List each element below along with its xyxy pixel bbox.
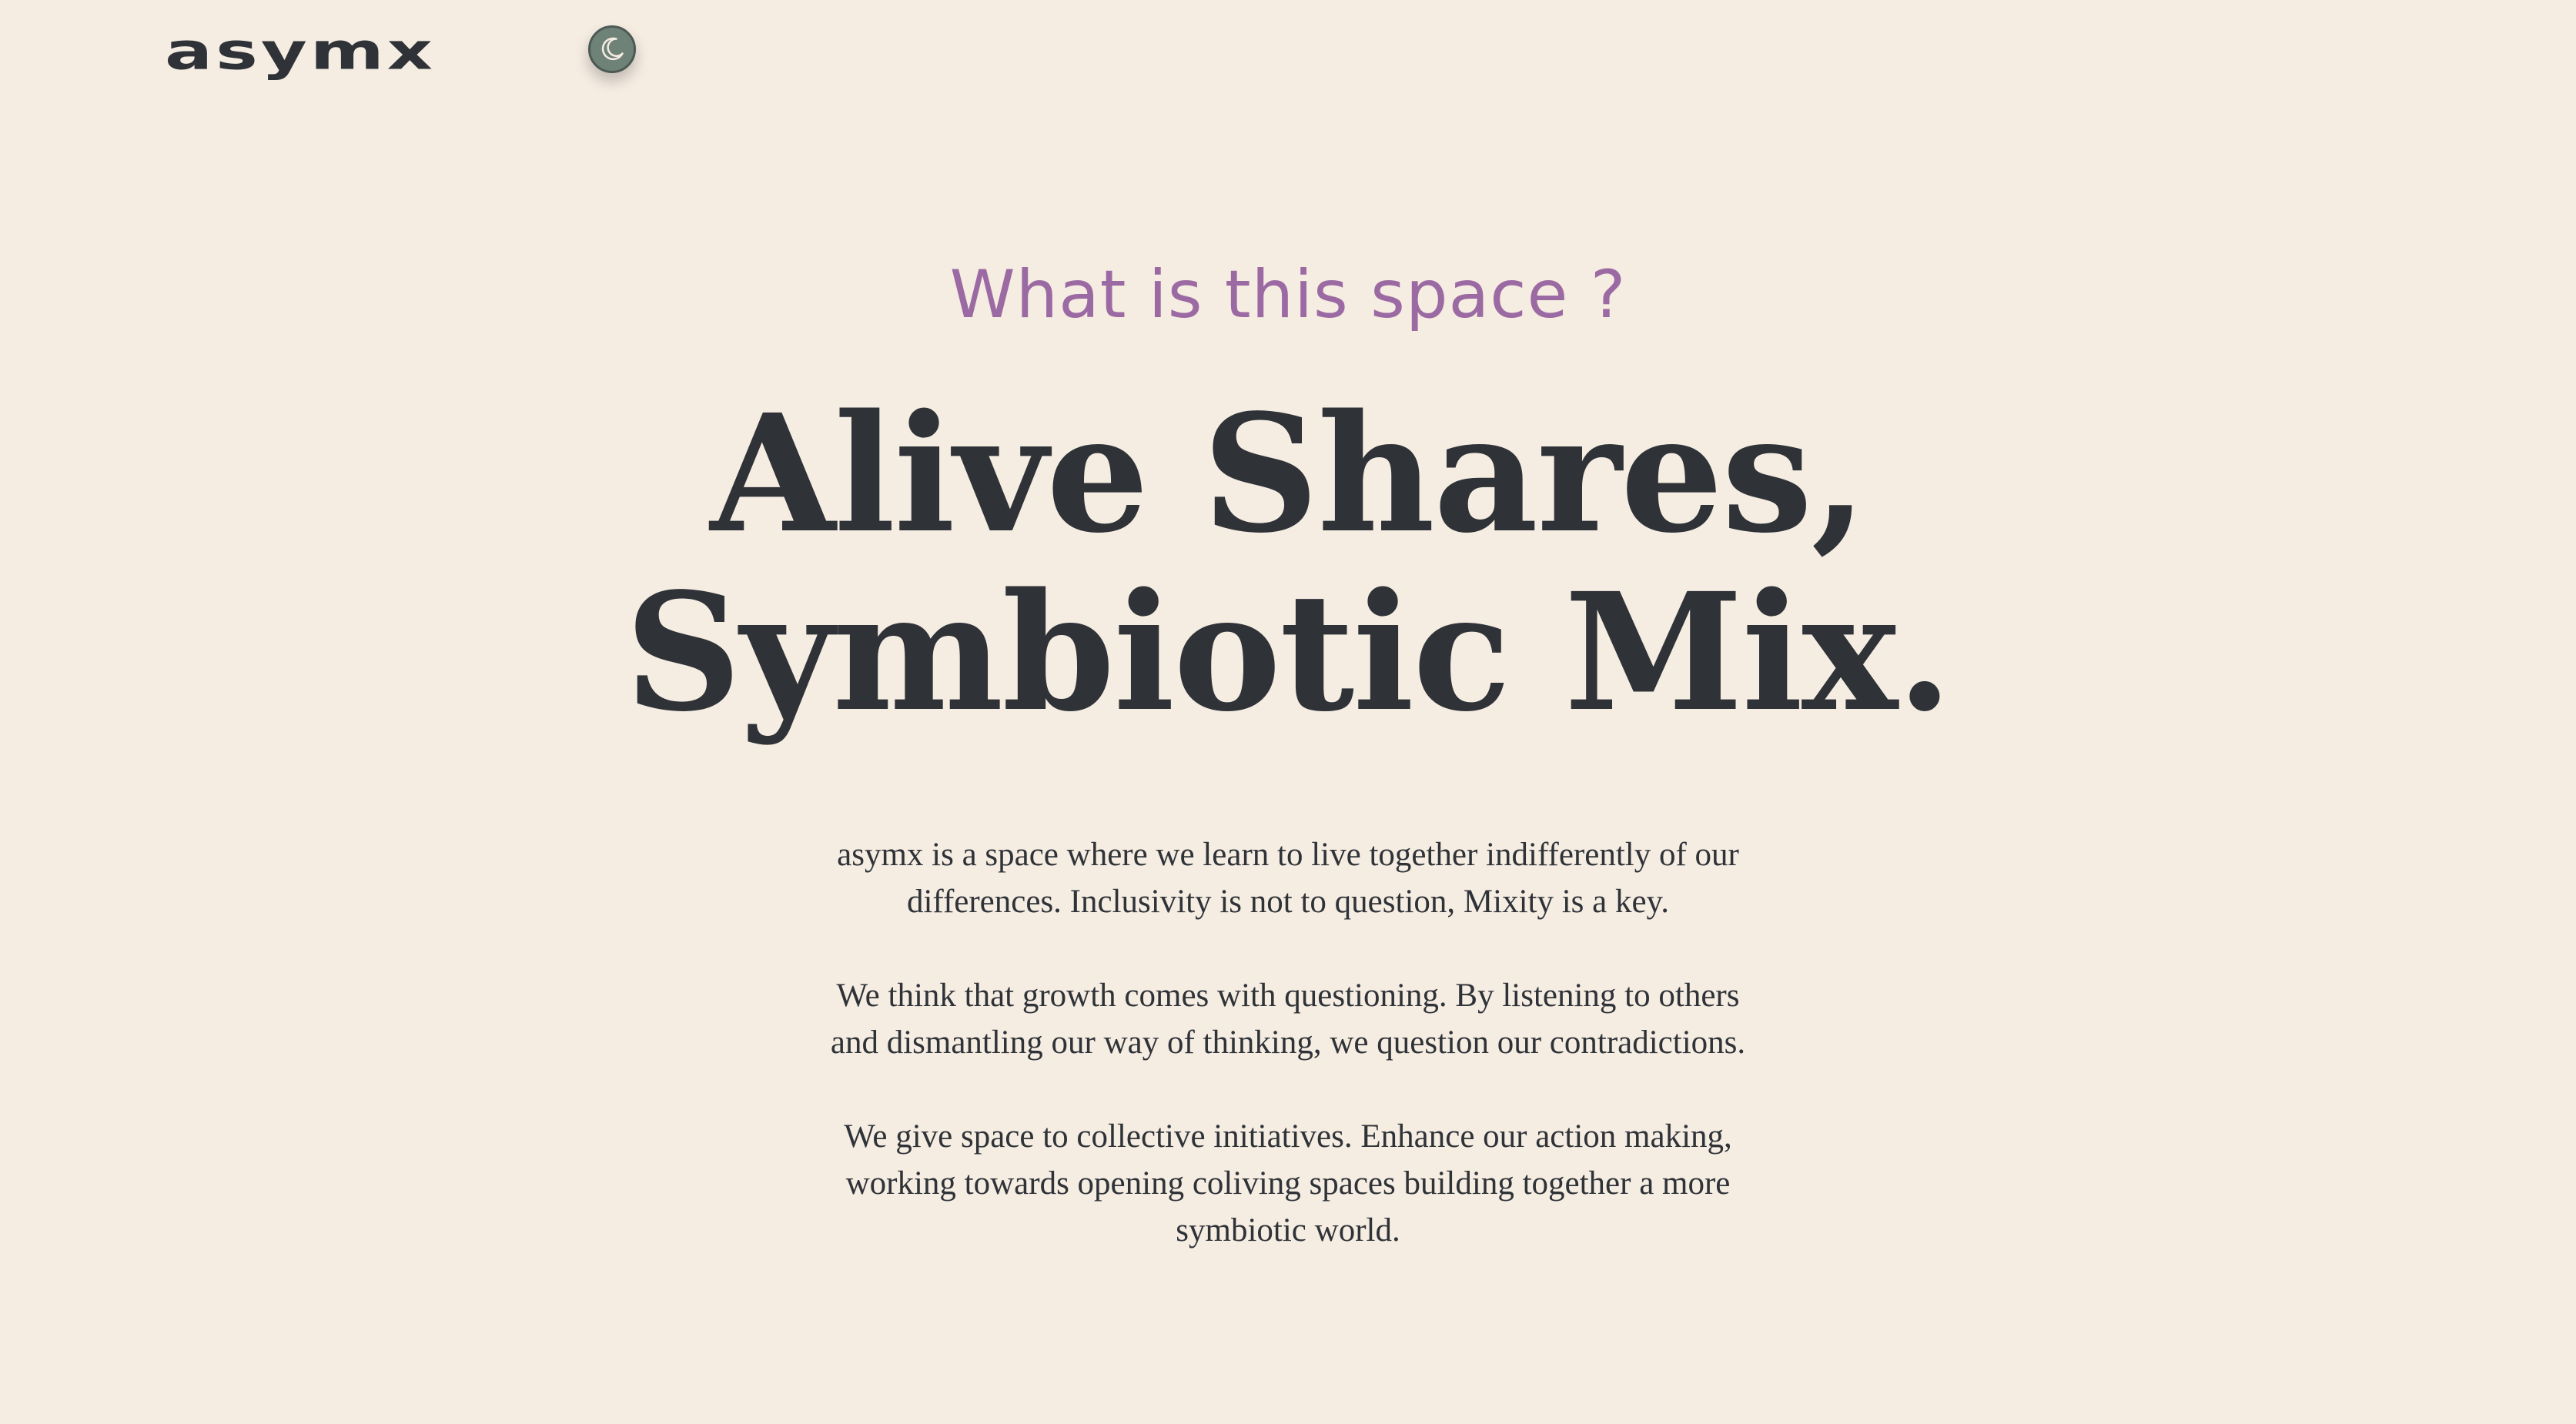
hero-copy: asymx is a space where we learn to live … [816, 831, 1760, 1301]
theme-toggle-button[interactable] [588, 25, 636, 73]
hero-headline: Alive Shares, Symbiotic Mix. [0, 385, 2576, 742]
logo[interactable]: asymx [165, 21, 436, 82]
section-eyebrow: What is this space ? [949, 256, 1627, 333]
paragraph: We think that growth comes with question… [830, 978, 1746, 1061]
headline-line-1: Alive Shares, [710, 379, 1867, 569]
paragraph: asymx is a space where we learn to live … [837, 837, 1739, 920]
paragraph: We give space to collective initiatives.… [844, 1118, 1732, 1249]
site-header: asymx [0, 0, 2576, 108]
headline-line-2: Symbiotic Mix. [624, 557, 1953, 747]
moon-icon [601, 37, 624, 61]
